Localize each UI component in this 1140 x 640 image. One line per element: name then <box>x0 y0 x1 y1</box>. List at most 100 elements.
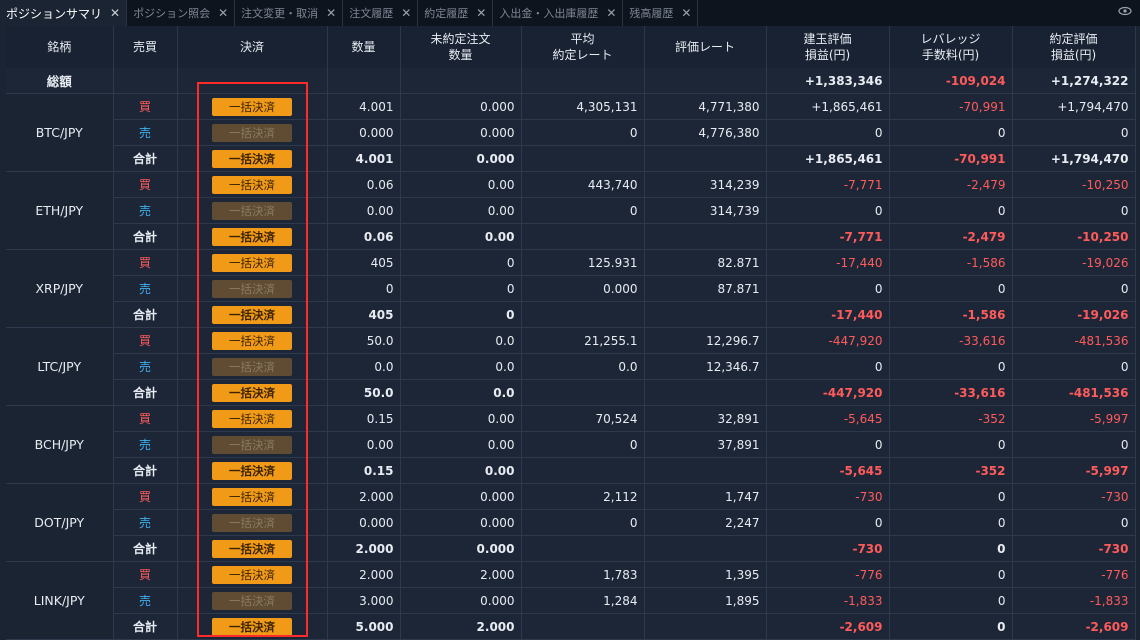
bulk-settle-button[interactable]: 一括決済 <box>212 201 292 220</box>
table-row: BTC/JPY 買一括決済 4.001 0.000 4,305,131 4,771,380… <box>6 93 1136 172</box>
settle-cell: 一括決済 <box>177 405 328 432</box>
bulk-settle-button[interactable]: 一括決済 <box>212 513 292 532</box>
grand-total-pl: +1,383,346 <box>766 68 890 94</box>
close-icon[interactable]: ✕ <box>606 6 616 20</box>
table-header: 銘柄 売買 決済 数量 未約定注文 数量 平均 約定レート 評価レート 建玉評価 損益… <box>6 26 1136 68</box>
col-header-qty[interactable]: 数量 <box>327 26 401 68</box>
eval-rate-cell: 32,891 <box>644 405 767 432</box>
empty-cell <box>400 68 522 94</box>
bulk-settle-button[interactable]: 一括決済 <box>212 565 292 584</box>
qty-cell: 50.0 <box>327 327 401 354</box>
col-header-side[interactable]: 売買 <box>113 26 178 68</box>
col-header-symbol[interactable]: 銘柄 <box>6 26 114 68</box>
tab-label: 注文変更・取消 <box>241 7 319 20</box>
settled-pl-cell: -481,536 <box>1012 379 1136 406</box>
avg-rate-cell: 70,524 <box>521 405 645 432</box>
unfilled-qty-cell: 0 <box>400 301 522 328</box>
bulk-settle-button[interactable]: 一括決済 <box>212 383 292 402</box>
symbol-cell: LTC/JPY <box>6 327 114 406</box>
tab-3[interactable]: 注文履歴 ✕ <box>343 0 419 26</box>
header-line-1: 約定評価 <box>1049 32 1098 46</box>
side-cell: 買 <box>113 249 178 276</box>
header-line-2: 損益(円) <box>1050 48 1097 62</box>
position-pl-cell: +1,865,461 <box>766 93 890 120</box>
side-cell: 売 <box>113 353 178 380</box>
col-header-settle[interactable]: 決済 <box>177 26 328 68</box>
header-line-2: 手数料(円) <box>921 48 980 62</box>
bulk-settle-button[interactable]: 一括決済 <box>212 617 292 636</box>
leverage-fee-cell: 0 <box>889 561 1013 588</box>
qty-cell: 0.15 <box>327 405 401 432</box>
avg-rate-cell <box>521 145 645 172</box>
header-line-1: 未約定注文 <box>430 32 491 46</box>
eye-icon[interactable] <box>1118 6 1132 16</box>
leverage-fee-cell: 0 <box>889 613 1013 640</box>
col-header-position-pl[interactable]: 建玉評価 損益(円) <box>766 26 890 68</box>
avg-rate-cell <box>521 535 645 562</box>
header-line-1: 平均 <box>570 32 595 46</box>
avg-rate-cell: 0 <box>521 509 645 536</box>
col-header-settled-pl[interactable]: 約定評価損益(円) <box>1012 26 1136 68</box>
bulk-settle-button[interactable]: 一括決済 <box>212 227 292 246</box>
side-cell: 買 <box>113 93 178 120</box>
close-icon[interactable]: ✕ <box>218 6 228 20</box>
eval-rate-cell <box>644 301 767 328</box>
bulk-settle-button[interactable]: 一括決済 <box>212 357 292 376</box>
bulk-settle-button[interactable]: 一括決済 <box>212 461 292 480</box>
settle-cell: 一括決済 <box>177 275 328 302</box>
bulk-settle-button[interactable]: 一括決済 <box>212 331 292 350</box>
bulk-settle-button[interactable]: 一括決済 <box>212 487 292 506</box>
leverage-fee-cell: 0 <box>889 119 1013 146</box>
eval-rate-cell: 12,296.7 <box>644 327 767 354</box>
leverage-fee-cell: 0 <box>889 197 1013 224</box>
tab-5[interactable]: 入出金・入出庫履歴 ✕ <box>493 0 624 26</box>
side-cell: 合計 <box>113 457 178 484</box>
avg-rate-cell: 2,112 <box>521 483 645 510</box>
side-cell: 買 <box>113 327 178 354</box>
bulk-settle-button[interactable]: 一括決済 <box>212 149 292 168</box>
unfilled-qty-cell: 0.000 <box>400 93 522 120</box>
table-row: 合計 一括決済 0.15 0.00 -5,645 -352 -5,997 <box>6 457 1136 484</box>
bulk-settle-button[interactable]: 一括決済 <box>212 435 292 454</box>
tab-2[interactable]: 注文変更・取消 ✕ <box>235 0 344 26</box>
close-icon[interactable]: ✕ <box>401 6 411 20</box>
bulk-settle-button[interactable]: 一括決済 <box>212 591 292 610</box>
table-row: 合計 一括決済 0.06 0.00 -7,771 -2,479 -10,250 <box>6 223 1136 250</box>
settle-cell: 一括決済 <box>177 379 328 406</box>
header-line-1: レバレッジ <box>920 32 981 46</box>
bulk-settle-button[interactable]: 一括決済 <box>212 123 292 142</box>
bulk-settle-button[interactable]: 一括決済 <box>212 97 292 116</box>
tab-4[interactable]: 約定履歴 ✕ <box>418 0 494 26</box>
position-pl-cell: -776 <box>766 561 890 588</box>
eval-rate-cell: 37,891 <box>644 431 767 458</box>
col-header-avg-rate[interactable]: 平均 約定レート <box>521 26 645 68</box>
grand-total-row: 総額 +1,383,346 -109,024 +1,274,322 <box>6 68 1136 94</box>
avg-rate-cell: 443,740 <box>521 171 645 198</box>
bulk-settle-button[interactable]: 一括決済 <box>212 175 292 194</box>
leverage-fee-cell: -352 <box>889 405 1013 432</box>
close-icon[interactable]: ✕ <box>681 6 691 20</box>
symbol-cell: LINK/JPY <box>6 561 114 640</box>
qty-cell: 4.001 <box>327 145 401 172</box>
qty-cell: 0.000 <box>327 509 401 536</box>
col-header-leverage-fee[interactable]: レバレッジ手数料(円) <box>889 26 1013 68</box>
leverage-fee-cell: -33,616 <box>889 379 1013 406</box>
leverage-fee-cell: -1,586 <box>889 301 1013 328</box>
settle-cell: 一括決済 <box>177 119 328 146</box>
bulk-settle-button[interactable]: 一括決済 <box>212 539 292 558</box>
bulk-settle-button[interactable]: 一括決済 <box>212 279 292 298</box>
bulk-settle-button[interactable]: 一括決済 <box>212 305 292 324</box>
bulk-settle-button[interactable]: 一括決済 <box>212 409 292 428</box>
tab-1[interactable]: ポジション照会 ✕ <box>127 0 236 26</box>
close-icon[interactable]: ✕ <box>326 6 336 20</box>
close-icon[interactable]: ✕ <box>110 6 120 20</box>
col-header-unfilled[interactable]: 未約定注文 数量 <box>400 26 522 68</box>
position-pl-cell: -17,440 <box>766 301 890 328</box>
close-icon[interactable]: ✕ <box>476 6 486 20</box>
bulk-settle-button[interactable]: 一括決済 <box>212 253 292 272</box>
col-header-eval-rate[interactable]: 評価レート <box>644 26 767 68</box>
leverage-fee-cell: -70,991 <box>889 145 1013 172</box>
qty-cell: 0.00 <box>327 431 401 458</box>
tab-6[interactable]: 残高履歴 ✕ <box>623 0 699 26</box>
tab-0[interactable]: ポジションサマリ ✕ <box>0 0 128 26</box>
